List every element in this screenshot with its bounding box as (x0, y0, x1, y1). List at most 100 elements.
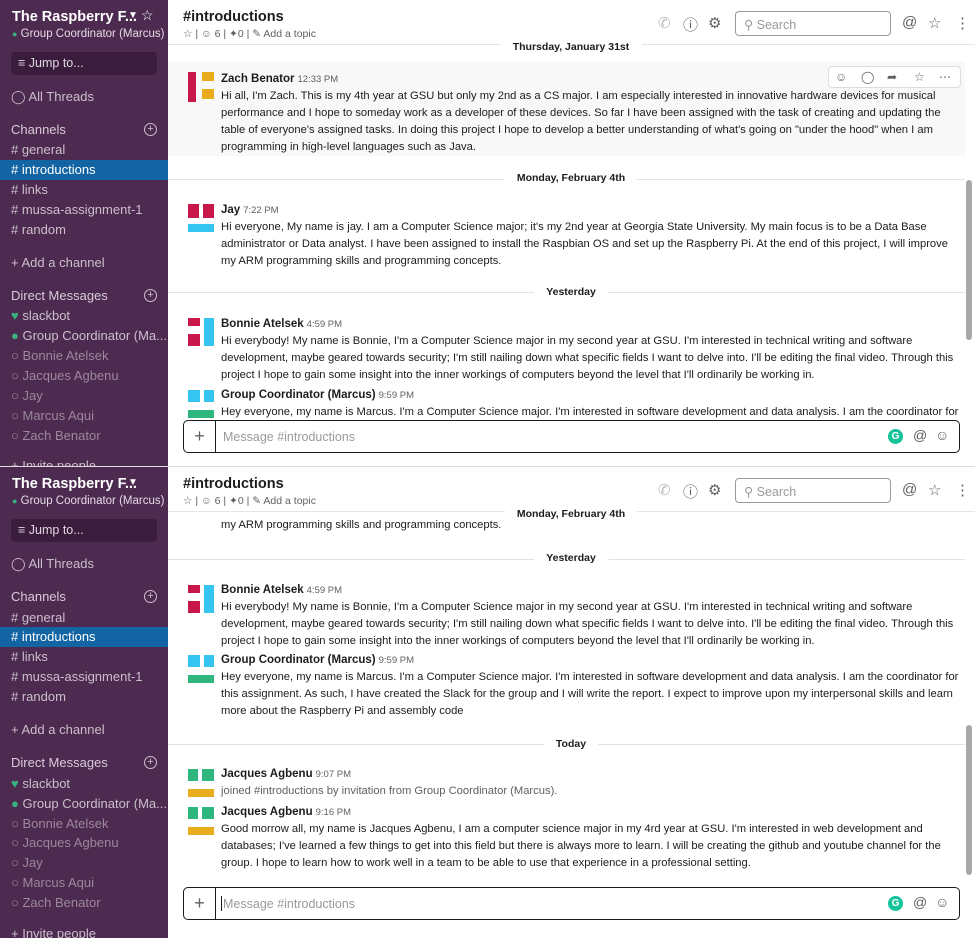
mention-icon[interactable]: @ (913, 894, 927, 910)
pin-count[interactable]: 0 (238, 28, 244, 40)
bell-icon[interactable]: ☆ (141, 7, 154, 24)
star-icon[interactable]: ☆ (183, 28, 192, 40)
message-time[interactable]: 9:07 PM (316, 769, 351, 780)
sidebar-item-mussa-assignment-1[interactable]: # mussa-assignment-1 (11, 669, 143, 684)
message-author[interactable]: Zach Benator 12:33 PM (221, 73, 338, 85)
dm-marcus[interactable]: ○ Marcus Aqui (11, 875, 94, 890)
sidebar-item-links[interactable]: # links (11, 649, 48, 664)
channels-header[interactable]: Channels (11, 122, 66, 137)
all-threads[interactable]: ◯ All Threads (11, 89, 94, 105)
message-marcus[interactable]: Group Coordinator (Marcus) 9:59 PM Hey ev… (168, 386, 965, 418)
dm-bonnie[interactable]: ○ Bonnie Atelsek (11, 816, 109, 831)
author-name[interactable]: Group Coordinator (Marcus) (221, 389, 376, 401)
avatar[interactable] (188, 585, 218, 615)
starred-icon[interactable]: ☆ (928, 481, 941, 499)
message-author[interactable]: Group Coordinator (Marcus) 9:59 PM (221, 654, 414, 666)
author-name[interactable]: Jay (221, 204, 240, 216)
emoji-icon[interactable]: ☺ (935, 427, 949, 443)
channel-title[interactable]: #introductions (183, 476, 284, 492)
thread-icon[interactable]: ◯ (861, 70, 874, 84)
add-dm-icon[interactable]: + (144, 756, 157, 769)
pin-icon[interactable]: ✦ (229, 28, 238, 40)
grammarly-icon[interactable]: G (888, 896, 903, 911)
attach-button[interactable]: + (184, 421, 216, 452)
chevron-down-icon[interactable]: ▼ (128, 477, 138, 488)
message-bonnie[interactable]: Bonnie Atelsek 4:59 PM Hi everybody! My n… (168, 579, 965, 649)
channels-header[interactable]: Channels (11, 589, 66, 604)
jump-to-button[interactable]: ≡ Jump to... (11, 519, 157, 542)
sidebar-item-general[interactable]: # general (11, 142, 65, 157)
sidebar-item-random[interactable]: # random (11, 222, 66, 237)
message-author[interactable]: Jacques Agbenu 9:07 PM (221, 768, 351, 780)
dm-header[interactable]: Direct Messages (11, 755, 108, 770)
more-icon[interactable]: ⋯ (939, 70, 951, 84)
dm-jay[interactable]: ○ Jay (11, 855, 43, 870)
members-icon[interactable]: ☺ (201, 495, 212, 507)
dm-slackbot[interactable]: ♥ slackbot (11, 308, 70, 323)
message-author[interactable]: Group Coordinator (Marcus) 9:59 PM (221, 389, 414, 401)
author-name[interactable]: Jacques Agbenu (221, 806, 313, 818)
sidebar-item-links[interactable]: # links (11, 182, 48, 197)
composer-input[interactable]: Message #introductions (223, 430, 355, 444)
dm-header[interactable]: Direct Messages (11, 288, 108, 303)
search-input[interactable]: ⚲ Search (735, 11, 891, 36)
dm-jacques[interactable]: ○ Jacques Agbenu (11, 368, 119, 383)
scrollbar[interactable] (966, 180, 972, 340)
dm-group-coordinator[interactable]: ● Group Coordinator (Ma... (11, 796, 167, 811)
more-vertical-icon[interactable]: ⋮ (955, 14, 970, 32)
avatar[interactable] (188, 390, 218, 418)
dm-zach[interactable]: ○ Zach Benator (11, 428, 101, 443)
add-channel-button[interactable]: + Add a channel (11, 255, 105, 270)
message-time[interactable]: 4:59 PM (307, 319, 342, 330)
sidebar-item-introductions[interactable]: # introductions (11, 629, 96, 644)
dm-zach[interactable]: ○ Zach Benator (11, 895, 101, 910)
scrollbar[interactable] (966, 725, 972, 875)
gear-icon[interactable]: ⚙ (708, 481, 721, 499)
invite-people-button[interactable]: + Invite people (11, 926, 96, 938)
star-icon[interactable]: ☆ (183, 495, 192, 507)
message-author[interactable]: Bonnie Atelsek 4:59 PM (221, 584, 342, 596)
pin-icon[interactable]: ✦ (229, 495, 238, 507)
author-name[interactable]: Group Coordinator (Marcus) (221, 654, 376, 666)
mentions-icon[interactable]: @ (902, 481, 917, 498)
member-count[interactable]: 6 (215, 495, 221, 507)
add-channel-button[interactable]: + Add a channel (11, 722, 105, 737)
message-time[interactable]: 9:16 PM (316, 807, 351, 818)
dm-marcus[interactable]: ○ Marcus Aqui (11, 408, 94, 423)
chevron-down-icon[interactable]: ▼ (128, 10, 138, 21)
share-icon[interactable]: ➦ (887, 70, 897, 84)
avatar[interactable] (188, 72, 218, 102)
workspace-name[interactable]: The Raspberry F... (12, 9, 137, 25)
author-name[interactable]: Bonnie Atelsek (221, 318, 304, 330)
pin-count[interactable]: 0 (238, 495, 244, 507)
message-author[interactable]: Jacques Agbenu 9:16 PM (221, 806, 351, 818)
phone-icon[interactable]: ✆ (658, 14, 671, 32)
sidebar-item-general[interactable]: # general (11, 610, 65, 625)
phone-icon[interactable]: ✆ (658, 481, 671, 499)
message-marcus[interactable]: Group Coordinator (Marcus) 9:59 PM Hey ev… (168, 651, 965, 723)
more-vertical-icon[interactable]: ⋮ (955, 481, 970, 499)
author-name[interactable]: Bonnie Atelsek (221, 584, 304, 596)
jump-to-button[interactable]: ≡ Jump to... (11, 52, 157, 75)
dm-jacques[interactable]: ○ Jacques Agbenu (11, 835, 119, 850)
dm-bonnie[interactable]: ○ Bonnie Atelsek (11, 348, 109, 363)
member-count[interactable]: 6 (215, 28, 221, 40)
author-name[interactable]: Jacques Agbenu (221, 768, 313, 780)
message-composer[interactable]: + Message #introductions G @ ☺ (183, 420, 960, 453)
avatar[interactable] (188, 807, 218, 837)
message-time[interactable]: 9:59 PM (379, 655, 414, 666)
sidebar-item-random[interactable]: # random (11, 689, 66, 704)
attach-button[interactable]: + (184, 888, 216, 919)
current-user[interactable]: ● Group Coordinator (Marcus) (12, 28, 164, 40)
message-time[interactable]: 4:59 PM (307, 585, 342, 596)
star-icon[interactable]: ☆ (914, 70, 925, 84)
members-icon[interactable]: ☺ (201, 28, 212, 40)
dm-jay[interactable]: ○ Jay (11, 388, 43, 403)
dm-slackbot[interactable]: ♥ slackbot (11, 776, 70, 791)
add-topic[interactable]: Add a topic (263, 28, 316, 40)
message-author[interactable]: Jay 7:22 PM (221, 204, 279, 216)
avatar[interactable] (188, 769, 218, 799)
all-threads[interactable]: ◯ All Threads (11, 556, 94, 572)
info-icon[interactable]: ⓘ (683, 481, 698, 502)
message-jay[interactable]: Jay 7:22 PM Hi everyone, My name is jay. … (168, 198, 965, 270)
